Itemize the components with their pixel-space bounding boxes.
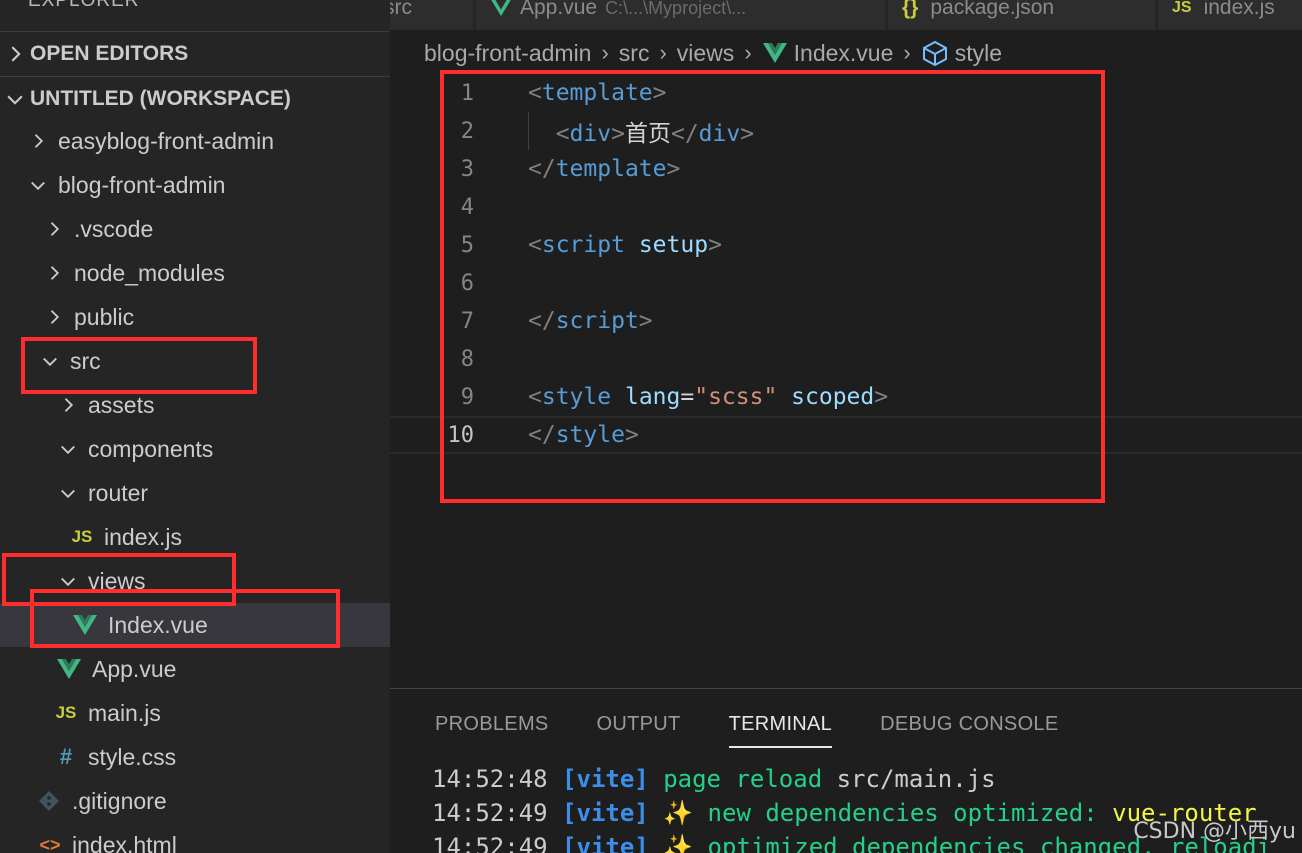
tree-item-vscode[interactable]: .vscode <box>0 207 390 251</box>
tree-item-index-html[interactable]: <> index.html <box>0 823 390 853</box>
js-file-icon: JS <box>71 527 93 546</box>
tree-item-app-vue[interactable]: App.vue <box>0 647 390 691</box>
tab-label: src <box>390 0 412 19</box>
tree-item-router[interactable]: router <box>0 471 390 515</box>
tree-item-label: router <box>88 479 149 506</box>
highlight-box-index-vue <box>30 589 340 648</box>
tree-item-label: style.css <box>88 743 177 770</box>
chevron-down-icon <box>61 489 75 499</box>
breadcrumb-item[interactable]: Index.vue <box>794 40 894 67</box>
editor-tab-bar: src App.vue C:\...\Myproject\... {} pack… <box>390 0 1302 30</box>
chevron-right-icon <box>11 45 21 62</box>
tree-item-label: index.html <box>72 831 177 853</box>
chevron-right-icon <box>50 266 60 280</box>
workspace-label: UNTITLED (WORKSPACE) <box>30 86 291 110</box>
tab-label: App.vue <box>520 0 598 19</box>
tree-item-easyblog-front-admin[interactable]: easyblog-front-admin <box>0 119 390 163</box>
tree-item-label: blog-front-admin <box>58 171 226 198</box>
breadcrumb-item[interactable]: blog-front-admin <box>424 40 591 67</box>
sparkles-icon: ✨ <box>663 833 694 853</box>
sparkles-icon: ✨ <box>663 799 694 827</box>
tree-item-main-js[interactable]: JS main.js <box>0 691 390 735</box>
tab-label: index.js <box>1203 0 1275 19</box>
tree-item-label: App.vue <box>92 655 177 682</box>
html-file-icon: <> <box>39 834 61 853</box>
tab-output[interactable]: OUTPUT <box>597 713 681 748</box>
workspace-section[interactable]: UNTITLED (WORKSPACE) <box>0 76 390 120</box>
chevron-down-icon <box>7 95 23 105</box>
tab-index-js[interactable]: JS index.js <box>1158 0 1302 30</box>
vue-file-icon <box>762 43 787 63</box>
tab-label: package.json <box>930 0 1055 19</box>
tab-debug-console[interactable]: DEBUG CONSOLE <box>880 713 1058 748</box>
watermark: CSDN @小西yu <box>1133 819 1296 844</box>
highlight-box-src <box>21 337 257 394</box>
tree-item-public[interactable]: public <box>0 295 390 339</box>
breadcrumb-item[interactable]: style <box>955 40 1002 67</box>
tab-problems[interactable]: PROBLEMS <box>435 713 549 748</box>
tree-item-label: easyblog-front-admin <box>58 127 275 154</box>
breadcrumb-item[interactable]: views <box>677 40 735 67</box>
explorer-sidebar: EXPLORER OPEN EDITORS UNTITLED (WORKSPAC… <box>0 0 390 853</box>
js-file-icon: JS <box>55 703 77 722</box>
tree-item-label: main.js <box>88 699 161 726</box>
js-file-icon: JS <box>1172 0 1192 16</box>
breadcrumb: blog-front-admin › src › views › Index.v… <box>424 36 1002 70</box>
tree-item-label: public <box>74 303 135 330</box>
tab-terminal[interactable]: TERMINAL <box>728 713 833 748</box>
chevron-down-icon <box>31 181 45 191</box>
highlight-box-code <box>440 70 1105 503</box>
tree-item-gitignore[interactable]: .gitignore <box>0 779 390 823</box>
tree-item-label: index.js <box>104 523 182 550</box>
tab-src[interactable]: src <box>390 0 474 30</box>
breadcrumb-item[interactable]: src <box>619 40 650 67</box>
tree-item-label: .vscode <box>74 215 154 242</box>
chevron-down-icon <box>61 445 75 455</box>
vue-file-icon <box>491 0 511 17</box>
bottom-panel: PROBLEMS OUTPUT TERMINAL DEBUG CONSOLE 1… <box>390 688 1302 853</box>
json-file-icon: {} <box>902 0 919 19</box>
chevron-right-icon: › <box>601 40 609 65</box>
chevron-right-icon <box>34 134 44 148</box>
terminal-line: 14:52:48 [vite] page reload src/main.js <box>432 765 996 793</box>
tab-path: C:\...\Myproject\... <box>605 0 747 18</box>
explorer-header: EXPLORER <box>28 0 140 11</box>
tree-item-blog-front-admin[interactable]: blog-front-admin <box>0 163 390 207</box>
chevron-right-icon <box>64 398 74 412</box>
tree-item-label: .gitignore <box>72 787 167 814</box>
css-file-icon: # <box>59 744 73 769</box>
tree-item-components[interactable]: components <box>0 427 390 471</box>
cube-symbol-icon <box>922 40 947 66</box>
open-editors-label: OPEN EDITORS <box>30 41 189 65</box>
chevron-right-icon: › <box>744 40 752 65</box>
tab-package-json[interactable]: {} package.json <box>888 0 1156 30</box>
chevron-right-icon <box>50 310 60 324</box>
git-file-icon <box>39 791 59 811</box>
tree-item-style-css[interactable]: # style.css <box>0 735 390 779</box>
chevron-right-icon: › <box>659 40 667 65</box>
tree-item-label: node_modules <box>74 259 225 286</box>
chevron-right-icon: › <box>903 40 911 65</box>
chevron-right-icon <box>50 222 60 236</box>
tree-item-label: assets <box>88 391 155 418</box>
tree-item-label: components <box>88 435 214 462</box>
panel-tab-bar: PROBLEMS OUTPUT TERMINAL DEBUG CONSOLE <box>435 713 1107 748</box>
tree-item-node-modules[interactable]: node_modules <box>0 251 390 295</box>
open-editors-section[interactable]: OPEN EDITORS <box>0 31 390 75</box>
vue-file-icon <box>57 659 81 679</box>
tab-app-vue[interactable]: App.vue C:\...\Myproject\... <box>476 0 886 30</box>
